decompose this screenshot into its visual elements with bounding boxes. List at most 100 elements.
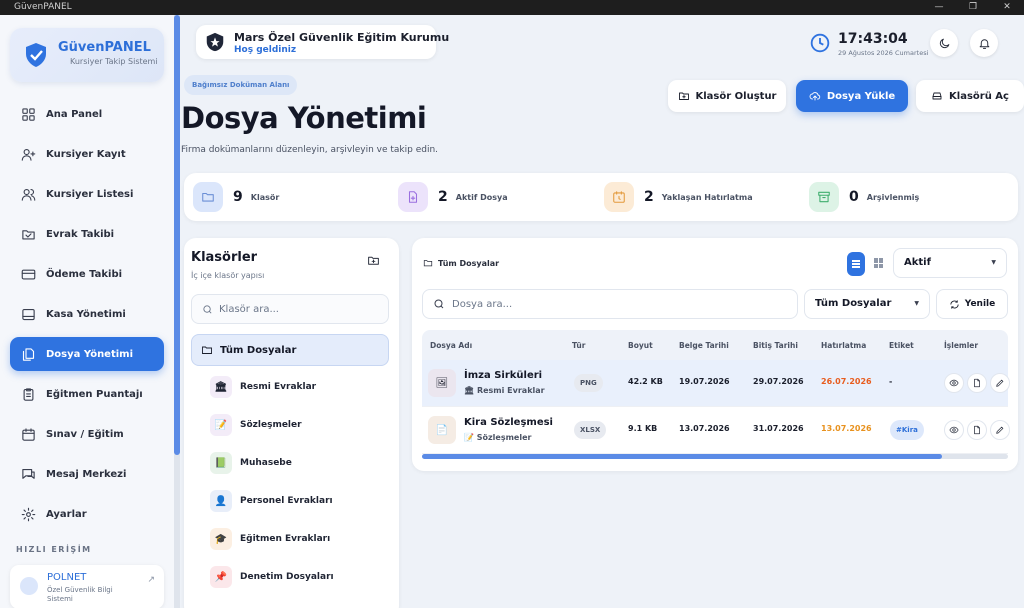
table-row[interactable]: 📄 Kira Sözleşmesi 📝 Sözleşmeler XLSX 9.1… bbox=[422, 407, 1010, 454]
close-icon[interactable]: ✕ bbox=[990, 0, 1024, 15]
file-folder-label: Sözleşmeler bbox=[476, 433, 532, 442]
sidebar-item-label: Kasa Yönetimi bbox=[46, 308, 126, 320]
sidebar-item-egitmen-puantaji[interactable]: Eğitmen Puantajı bbox=[10, 377, 164, 411]
open-file-button[interactable] bbox=[967, 373, 987, 393]
sidebar-item-evrak-takibi[interactable]: Evrak Takibi bbox=[10, 217, 164, 251]
theme-toggle-button[interactable] bbox=[930, 29, 958, 57]
table-scroll-thumb[interactable] bbox=[422, 454, 942, 459]
chevron-down-icon: ▼ bbox=[991, 259, 996, 266]
brand-card[interactable]: GüvenPANEL Kursiyer Takip Sistemi bbox=[10, 28, 164, 82]
maximize-icon[interactable]: ❐ bbox=[956, 0, 990, 15]
sidebar-item-kasa-yonetimi[interactable]: Kasa Yönetimi bbox=[10, 297, 164, 331]
table-header: Dosya Adı Tür Boyut Belge Tarihi Bitiş T… bbox=[422, 330, 1008, 360]
sidebar-item-kursiyer-listesi[interactable]: Kursiyer Listesi bbox=[10, 177, 164, 211]
sidebar-item-dosya-yonetimi[interactable]: Dosya Yönetimi bbox=[10, 337, 164, 371]
minimize-icon[interactable]: — bbox=[922, 0, 956, 15]
view-file-button[interactable] bbox=[944, 373, 964, 393]
type-filter-select[interactable]: Tüm Dosyalar ▼ bbox=[804, 289, 930, 319]
file-search-input[interactable] bbox=[452, 298, 772, 310]
folder-search-input[interactable] bbox=[219, 303, 379, 315]
column-header[interactable]: Boyut bbox=[628, 341, 653, 350]
file-type-chip: PNG bbox=[574, 374, 603, 392]
folder-item-muhasebe[interactable]: 📗 Muhasebe bbox=[210, 451, 390, 475]
list-view-button[interactable] bbox=[847, 252, 865, 276]
folder-all-files[interactable]: Tüm Dosyalar bbox=[191, 334, 389, 366]
folder-item-egitmen-evraklari[interactable]: 🎓 Eğitmen Evrakları bbox=[210, 527, 390, 551]
folder-item-label: Denetim Dosyaları bbox=[240, 572, 334, 582]
open-folder-button[interactable]: Klasörü Aç bbox=[916, 80, 1024, 112]
edit-file-button[interactable] bbox=[990, 373, 1010, 393]
folder-item-label: Muhasebe bbox=[240, 458, 292, 468]
end-date: 31.07.2026 bbox=[753, 424, 804, 433]
view-file-button[interactable] bbox=[944, 420, 964, 440]
stat-value: 9 bbox=[233, 189, 243, 205]
column-header[interactable]: Tür bbox=[572, 341, 585, 350]
open-file-button[interactable] bbox=[967, 420, 987, 440]
notifications-button[interactable] bbox=[970, 29, 998, 57]
column-header[interactable]: Hatırlatma bbox=[821, 341, 866, 350]
sidebar-item-label: Kursiyer Kayıt bbox=[46, 148, 126, 160]
moon-icon bbox=[939, 38, 949, 48]
folder-item-sozlesmeler[interactable]: 📝 Sözleşmeler bbox=[210, 413, 390, 437]
page-title: Dosya Yönetimi bbox=[181, 101, 427, 135]
reminder-date: 13.07.2026 bbox=[821, 424, 872, 433]
breadcrumb-label: Tüm Dosyalar bbox=[438, 258, 500, 268]
eye-icon bbox=[949, 379, 959, 387]
sidebar-item-sinav-egitim[interactable]: Sınav / Eğitim bbox=[10, 417, 164, 451]
stat-active-files: 2 Aktif Dosya bbox=[398, 180, 508, 214]
grid-view-button[interactable] bbox=[874, 258, 884, 268]
section-badge: Bağımsız Doküman Alanı bbox=[184, 75, 298, 95]
sidebar-item-label: Kursiyer Listesi bbox=[46, 188, 134, 200]
message-icon bbox=[22, 468, 35, 479]
status-filter-value: Aktif bbox=[904, 257, 931, 268]
file-tag-chip[interactable]: #Kira bbox=[890, 420, 924, 440]
column-header[interactable]: Etiket bbox=[889, 341, 914, 350]
clock-icon bbox=[810, 33, 830, 53]
external-link-icon: ↗ bbox=[147, 575, 155, 585]
refresh-button[interactable]: Yenile bbox=[936, 289, 1008, 319]
folder-plus-icon bbox=[368, 256, 379, 265]
file-folder-label: Resmi Evraklar bbox=[476, 386, 545, 395]
table-row[interactable]: 🖼 İmza Sirküleri 🏛 Resmi Evraklar PNG 42… bbox=[422, 360, 1010, 407]
folder-item-resmi-evraklar[interactable]: 🏛 Resmi Evraklar bbox=[210, 375, 390, 399]
sidebar-nav: Ana Panel Kursiyer Kayıt Kursiyer Listes… bbox=[10, 97, 164, 537]
file-plus-icon bbox=[398, 182, 428, 212]
sidebar-item-mesaj-merkezi[interactable]: Mesaj Merkezi bbox=[10, 457, 164, 491]
file-search bbox=[422, 289, 798, 319]
user-plus-icon bbox=[21, 148, 36, 161]
sidebar-item-ana-panel[interactable]: Ana Panel bbox=[10, 97, 164, 131]
calendar-clock-icon bbox=[604, 182, 634, 212]
column-header[interactable]: Dosya Adı bbox=[430, 341, 472, 350]
column-header: İşlemler bbox=[944, 341, 979, 350]
breadcrumb[interactable]: Tüm Dosyalar bbox=[423, 258, 499, 268]
folder-list: 🏛 Resmi Evraklar 📝 Sözleşmeler 📗 Muhaseb… bbox=[210, 375, 390, 603]
pin-icon: 📌 bbox=[210, 566, 232, 588]
file-folder: 📝 Sözleşmeler bbox=[464, 433, 532, 442]
type-filter-value: Tüm Dosyalar bbox=[815, 298, 892, 309]
chevron-down-icon: ▼ bbox=[914, 300, 919, 307]
ledger-icon: 📗 bbox=[210, 452, 232, 474]
edit-file-button[interactable] bbox=[990, 420, 1010, 440]
status-filter-select[interactable]: Aktif ▼ bbox=[893, 248, 1007, 278]
file-name: İmza Sirküleri bbox=[464, 370, 543, 381]
table-horizontal-scrollbar[interactable] bbox=[422, 454, 1008, 459]
refresh-icon bbox=[950, 299, 959, 309]
column-header[interactable]: Bitiş Tarihi bbox=[753, 341, 798, 350]
folder-item-personel-evraklari[interactable]: 👤 Personel Evrakları bbox=[210, 489, 390, 513]
sidebar-item-ayarlar[interactable]: Ayarlar bbox=[10, 497, 164, 531]
grid-icon bbox=[22, 107, 35, 121]
quick-access-polnet[interactable]: POLNET Özel Güvenlik Bilgi Sistemi ↗ bbox=[10, 565, 164, 608]
folder-open-icon bbox=[202, 346, 212, 354]
folder-item-denetim-dosyalari[interactable]: 📌 Denetim Dosyaları bbox=[210, 565, 390, 589]
create-folder-button[interactable]: Klasör Oluştur bbox=[668, 80, 786, 112]
upload-file-button[interactable]: Dosya Yükle bbox=[796, 80, 908, 112]
sidebar-item-kursiyer-kayit[interactable]: Kursiyer Kayıt bbox=[10, 137, 164, 171]
column-header[interactable]: Belge Tarihi bbox=[679, 341, 729, 350]
files-icon bbox=[22, 347, 35, 361]
folder-item-label: Personel Evrakları bbox=[240, 496, 333, 506]
organization-name: Mars Özel Güvenlik Eğitim Kurumu bbox=[234, 31, 450, 44]
upload-file-label: Dosya Yükle bbox=[826, 90, 896, 102]
sidebar-item-odeme-takibi[interactable]: Ödeme Takibi bbox=[10, 257, 164, 291]
new-folder-button[interactable] bbox=[367, 252, 383, 268]
file-size: 9.1 KB bbox=[628, 424, 658, 433]
